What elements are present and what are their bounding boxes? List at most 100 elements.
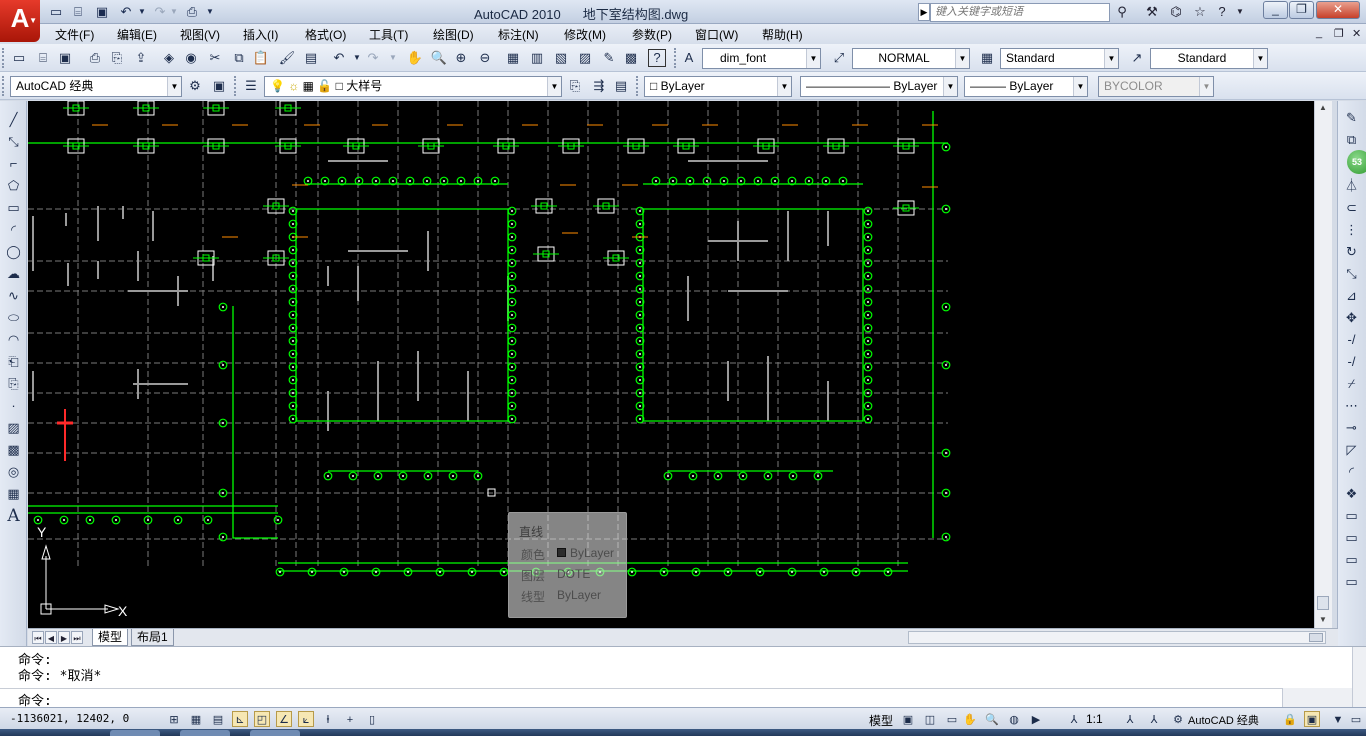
- hatch-icon[interactable]: ▨: [4, 419, 23, 437]
- drawing-quick-view-icon[interactable]: ◫: [922, 711, 938, 727]
- block-editor-icon[interactable]: ▤: [302, 49, 320, 67]
- layer-vp-freeze-icon[interactable]: ▦: [303, 79, 314, 93]
- make-object-layer-current-icon[interactable]: ⎘: [566, 77, 584, 95]
- plot-preview-icon[interactable]: ⎘: [108, 49, 126, 67]
- dynamic-ucs-icon[interactable]: ⱡ: [320, 711, 336, 727]
- annotation-scale-value[interactable]: 1:1: [1086, 712, 1103, 726]
- showmotion-icon[interactable]: ▶: [1028, 711, 1044, 727]
- rectangle-icon[interactable]: ▭: [4, 199, 23, 217]
- multileader-style-select[interactable]: Standard ▼: [1150, 48, 1268, 69]
- clean-screen-icon[interactable]: ▭: [1348, 711, 1364, 727]
- quick-access-customize-icon[interactable]: ▼: [200, 3, 220, 21]
- join-icon[interactable]: ⊸: [1342, 419, 1361, 437]
- chevron-down-icon[interactable]: ▼: [1253, 49, 1267, 68]
- move-icon[interactable]: ✥: [1342, 309, 1361, 327]
- hardware-acceleration-icon[interactable]: ▣: [1304, 711, 1320, 727]
- make-block-icon[interactable]: ⎘: [4, 375, 23, 393]
- next-tab-icon[interactable]: ▶: [58, 631, 70, 644]
- annotation-visibility-icon[interactable]: ⅄: [1122, 711, 1138, 727]
- chevron-down-icon[interactable]: ▼: [167, 77, 181, 96]
- subscription-center-icon[interactable]: ⚒: [1142, 3, 1162, 21]
- scale-icon[interactable]: ⤡: [1342, 265, 1361, 283]
- array-icon[interactable]: ⋮: [1342, 221, 1361, 239]
- design-center-icon[interactable]: ▥: [528, 49, 546, 67]
- design-feed-icon[interactable]: ◉: [182, 49, 200, 67]
- multiline-text-icon[interactable]: A: [4, 507, 23, 525]
- explode-icon[interactable]: ❖: [1342, 485, 1361, 503]
- command-input[interactable]: 命令:: [0, 688, 1282, 709]
- ellipse-arc-icon[interactable]: ◠: [4, 331, 23, 349]
- menu-insert[interactable]: 插入(I): [243, 26, 278, 43]
- menu-modify[interactable]: 修改(M): [564, 26, 606, 43]
- window-maximize-button[interactable]: ❐: [1289, 1, 1314, 19]
- menu-dimension[interactable]: 标注(N): [498, 26, 539, 43]
- toolbar-grip[interactable]: [234, 76, 238, 96]
- multileader-style-icon[interactable]: ↗: [1128, 49, 1146, 67]
- table-style-icon[interactable]: ▦: [978, 49, 996, 67]
- scroll-up-icon[interactable]: ▲: [1317, 103, 1329, 112]
- snap-mode-icon[interactable]: ▦: [188, 711, 204, 727]
- layer-on-bulb-icon[interactable]: 💡: [270, 79, 285, 93]
- break-icon[interactable]: ⋯: [1342, 397, 1361, 415]
- window-close-button[interactable]: ✕: [1316, 1, 1360, 19]
- copy-object-icon[interactable]: ⧉: [1342, 131, 1361, 149]
- workspace-select[interactable]: AutoCAD 经典 ▼: [10, 76, 182, 97]
- scroll-thumb[interactable]: [1309, 633, 1323, 642]
- panel-icon[interactable]: ▭: [1342, 507, 1361, 525]
- redo-icon[interactable]: ↷: [364, 49, 382, 67]
- insert-block-icon[interactable]: ⎗: [4, 353, 23, 371]
- help-search-input[interactable]: 键入关键字或短语: [930, 3, 1110, 22]
- command-vertical-scrollbar[interactable]: [1352, 647, 1366, 708]
- spline-icon[interactable]: ∿: [4, 287, 23, 305]
- lineweight-select[interactable]: ——— ByLayer ▼: [964, 76, 1088, 97]
- gradient-icon[interactable]: ▩: [4, 441, 23, 459]
- layer-select[interactable]: 💡 ☼ ▦ 🔓 □ 大样号 ▼: [264, 76, 562, 97]
- menu-format[interactable]: 格式(O): [305, 26, 346, 43]
- region-icon[interactable]: ◎: [4, 463, 23, 481]
- zoom-previous-icon[interactable]: ⊖: [476, 49, 494, 67]
- grid-display-icon[interactable]: ▤: [210, 711, 226, 727]
- scroll-thumb[interactable]: [1317, 596, 1329, 610]
- ortho-mode-icon[interactable]: ⊾: [232, 711, 248, 727]
- polygon-icon[interactable]: ⬠: [4, 177, 23, 195]
- menu-file[interactable]: 文件(F): [55, 26, 94, 43]
- cut-icon[interactable]: ✂: [206, 49, 224, 67]
- workspace-switching-icon[interactable]: ⚙: [1170, 711, 1186, 727]
- qnew-icon[interactable]: ▭: [10, 49, 28, 67]
- arc-icon[interactable]: ◜: [4, 221, 23, 239]
- save-icon[interactable]: ▣: [56, 49, 74, 67]
- horizontal-scrollbar[interactable]: [908, 631, 1326, 644]
- chevron-down-icon[interactable]: ▼: [777, 77, 791, 96]
- help-icon[interactable]: ?: [1212, 3, 1232, 21]
- communication-center-icon[interactable]: ⌬: [1166, 3, 1186, 21]
- lineweight-icon[interactable]: ▯: [364, 711, 380, 727]
- chevron-down-icon[interactable]: ▼: [1104, 49, 1118, 68]
- zoom-realtime-icon[interactable]: 🔍: [430, 49, 448, 67]
- pan-icon[interactable]: ✋: [406, 49, 424, 67]
- model-space-button[interactable]: 模型: [869, 712, 893, 729]
- scroll-down-icon[interactable]: ▼: [1317, 615, 1329, 624]
- workspace-toolbar-icon[interactable]: ▣: [210, 77, 228, 95]
- dynamic-input-icon[interactable]: +: [342, 711, 358, 727]
- menu-help[interactable]: 帮助(H): [762, 26, 803, 43]
- vertical-scrollbar[interactable]: ▲ ▼: [1314, 101, 1332, 628]
- fillet-icon[interactable]: ◜: [1342, 463, 1361, 481]
- window-minimize-button[interactable]: _: [1263, 1, 1288, 19]
- zoom-window-icon[interactable]: ⊕: [452, 49, 470, 67]
- layer-previous-icon[interactable]: ⇶: [590, 77, 608, 95]
- rotate-icon[interactable]: ↻: [1342, 243, 1361, 261]
- panel-icon[interactable]: ▭: [1342, 573, 1361, 591]
- save-icon[interactable]: ▣: [92, 3, 112, 21]
- taskbar-item[interactable]: [180, 730, 230, 736]
- text-style-icon[interactable]: A: [680, 49, 698, 67]
- circle-icon[interactable]: ◯: [4, 243, 23, 261]
- pan-hand-icon[interactable]: ✋: [962, 711, 978, 727]
- tab-model[interactable]: 模型: [92, 629, 129, 646]
- pan-status-icon[interactable]: ▭: [944, 711, 960, 727]
- layer-unlock-icon[interactable]: 🔓: [317, 79, 332, 93]
- erase-icon[interactable]: ✎: [1342, 109, 1361, 127]
- table-icon[interactable]: ▦: [4, 485, 23, 503]
- layer-states-icon[interactable]: ▤: [612, 77, 630, 95]
- chamfer-icon[interactable]: ◸: [1342, 441, 1361, 459]
- dimension-style-icon[interactable]: ⤢: [830, 49, 848, 67]
